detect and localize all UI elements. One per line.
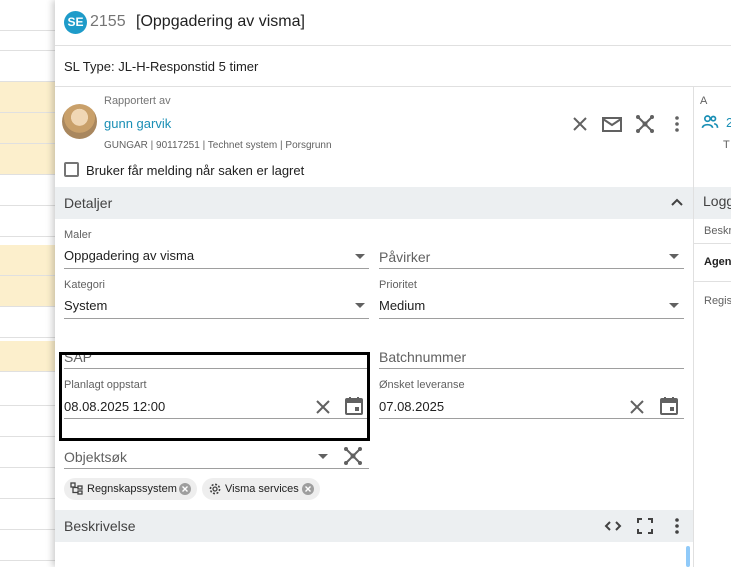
code-icon[interactable] [601, 514, 625, 538]
calendar-icon[interactable] [657, 394, 681, 418]
hub-icon[interactable] [633, 112, 657, 136]
beskrivelse-title: Beskrivelse [64, 518, 136, 534]
background-list [0, 0, 56, 567]
notify-checkbox[interactable] [64, 162, 79, 177]
prioritet-underline [379, 318, 684, 319]
list-row[interactable] [0, 499, 56, 530]
group-icon[interactable] [700, 112, 720, 132]
notify-checkbox-label: Bruker får melding når saken er lagret [86, 163, 305, 178]
list-row[interactable] [0, 206, 56, 237]
kategori-underline [64, 318, 369, 319]
list-row[interactable] [0, 82, 56, 113]
list-row[interactable] [0, 144, 56, 175]
case-dialog: SE 2155 [Oppgadering av visma] SL Type: … [55, 0, 731, 567]
list-row[interactable] [0, 276, 56, 307]
chip-remove-icon[interactable] [178, 482, 192, 496]
divider [55, 86, 731, 87]
object-chip[interactable]: Visma services [202, 478, 320, 500]
details-section-header[interactable]: Detaljer [55, 187, 693, 219]
list-row[interactable] [0, 530, 56, 561]
description-editor[interactable] [55, 542, 693, 567]
chevron-down-icon[interactable] [318, 454, 328, 459]
objektsok-underline [64, 468, 369, 469]
assignee-label: A [700, 95, 708, 107]
batch-underline [379, 368, 684, 369]
prioritet-select[interactable]: Medium [379, 298, 425, 313]
annotation-highlight-box [59, 352, 370, 441]
prioritet-label: Prioritet [379, 279, 417, 291]
hierarchy-icon [70, 482, 84, 496]
list-row[interactable] [0, 20, 56, 51]
list-row[interactable] [0, 245, 56, 276]
chevron-down-icon[interactable] [669, 254, 679, 259]
reporter-name-link[interactable]: gunn garvik [104, 116, 171, 131]
pane-divider [693, 86, 694, 567]
more-vert-icon[interactable] [665, 112, 689, 136]
case-title: [Oppgadering av visma] [136, 13, 305, 30]
onsket-label: Ønsket leveranse [379, 379, 465, 391]
chevron-down-icon[interactable] [355, 303, 365, 308]
close-icon[interactable] [568, 112, 592, 136]
log-title: Logg [703, 193, 731, 209]
assignee-team: T [723, 139, 730, 151]
divider [694, 281, 731, 282]
case-type-badge: SE [64, 11, 87, 34]
list-row[interactable] [0, 437, 56, 468]
beskrivelse-section-header: Beskrivelse [55, 510, 693, 542]
details-title: Detaljer [64, 195, 113, 211]
batch-input[interactable]: Batchnummer [379, 349, 466, 365]
mail-icon[interactable] [600, 112, 624, 136]
list-row[interactable] [0, 175, 56, 206]
pavirker-underline [379, 268, 684, 269]
reporter-meta: GUNGAR | 90117251 | Technet system | Por… [104, 140, 332, 151]
list-row[interactable] [0, 341, 56, 372]
avatar [62, 104, 97, 139]
log-registered: Regis [704, 295, 731, 307]
case-number: 2155 [90, 13, 126, 30]
hub-icon[interactable] [341, 444, 365, 468]
chip-label: Visma services [225, 483, 299, 495]
assignee-count: 2 [726, 115, 731, 130]
log-column-beskrivelse: Beskr [704, 225, 731, 237]
clear-icon[interactable] [625, 395, 649, 419]
maler-label: Maler [64, 229, 92, 241]
chip-remove-icon[interactable] [301, 482, 315, 496]
scrollbar[interactable] [686, 546, 690, 567]
onsket-underline [379, 418, 684, 419]
chevron-down-icon[interactable] [355, 254, 365, 259]
chevron-up-icon[interactable] [665, 191, 689, 215]
objektsok-input[interactable]: Objektsøk [64, 449, 127, 465]
list-row[interactable] [0, 307, 56, 338]
divider [694, 243, 731, 244]
chevron-down-icon[interactable] [669, 303, 679, 308]
object-chip[interactable]: Regnskapssystem [64, 478, 197, 500]
list-row[interactable] [0, 468, 56, 499]
kategori-label: Kategori [64, 279, 105, 291]
list-row[interactable] [0, 51, 56, 82]
list-row[interactable] [0, 375, 56, 406]
kategori-select[interactable]: System [64, 298, 107, 313]
onsket-input[interactable]: 07.08.2025 [379, 399, 444, 414]
title-bar: SE 2155 [Oppgadering av visma] [55, 0, 731, 46]
reporter-label: Rapportert av [104, 95, 171, 107]
more-vert-icon[interactable] [665, 514, 689, 538]
pavirker-select[interactable]: Påvirker [379, 249, 430, 265]
sl-type: SL Type: JL-H-Responstid 5 timer [64, 59, 259, 74]
fullscreen-icon[interactable] [633, 514, 657, 538]
maler-select[interactable]: Oppgadering av visma [64, 248, 194, 263]
log-agent: Agent [704, 256, 731, 268]
list-row[interactable] [0, 113, 56, 144]
list-row[interactable] [0, 406, 56, 437]
chip-label: Regnskapssystem [87, 483, 177, 495]
gear-icon [208, 482, 222, 496]
maler-underline [64, 268, 369, 269]
